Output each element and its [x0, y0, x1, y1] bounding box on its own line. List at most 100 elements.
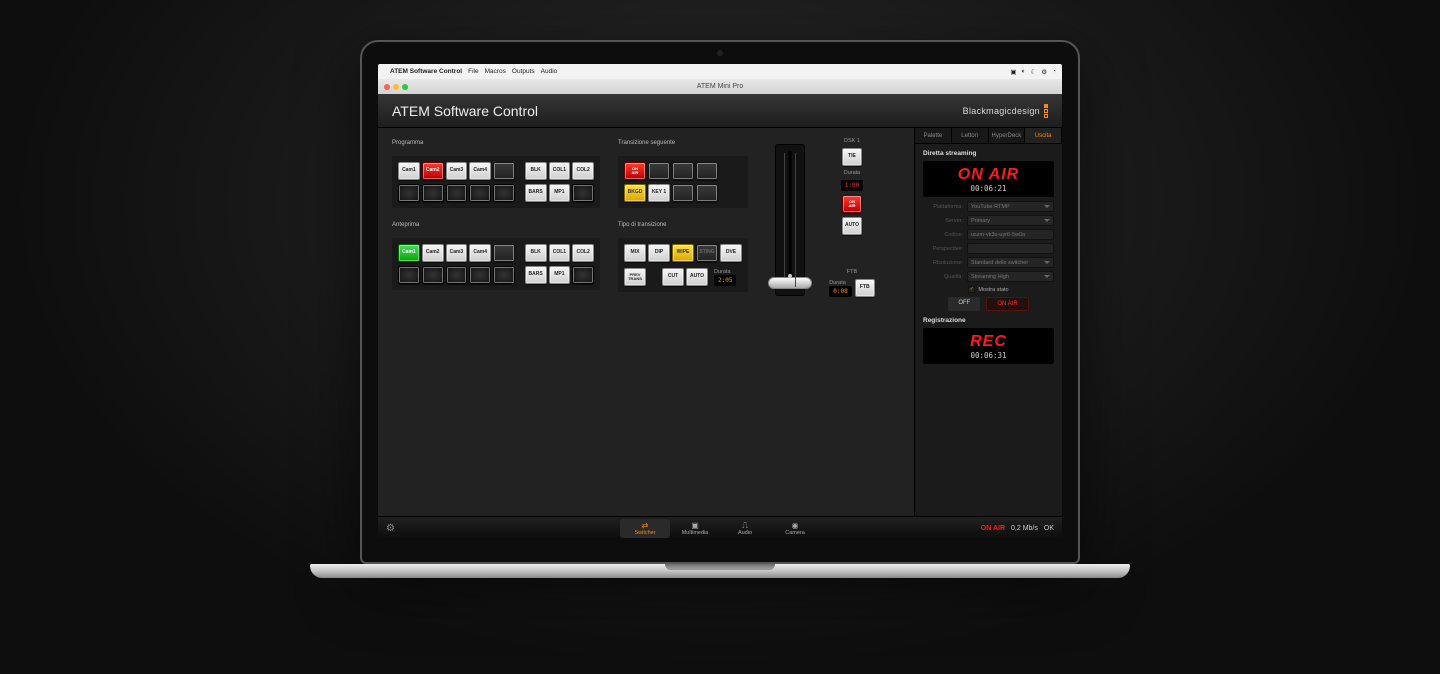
pgm-blk[interactable]: BLK — [525, 162, 547, 180]
menubar-app-name[interactable]: ATEM Software Control — [390, 68, 462, 75]
status-icon[interactable]: ◔ — [1052, 68, 1056, 76]
pvw-slot[interactable] — [446, 266, 468, 284]
status-icon[interactable]: ▣ — [1010, 68, 1016, 76]
menu-macros[interactable]: Macros — [485, 68, 506, 75]
t-bar-handle[interactable] — [768, 277, 812, 289]
trans-cut[interactable]: CUT — [662, 268, 684, 286]
pvw-col1[interactable]: COL1 — [549, 244, 571, 262]
pgm-mp1[interactable]: MP1 — [549, 184, 571, 202]
field-piattaforma[interactable]: YouTube RTMP — [967, 201, 1054, 212]
pvw-slot[interactable] — [422, 266, 444, 284]
field-perspective[interactable] — [967, 243, 1054, 254]
status-bitrate: 0,2 Mb/s — [1011, 525, 1038, 532]
trans-wipe[interactable]: WIPE — [672, 244, 694, 262]
chevron-down-icon — [1044, 261, 1050, 264]
pvw-cam4[interactable]: Cam4 — [469, 244, 491, 262]
ftb-button[interactable]: FTB — [855, 279, 875, 297]
menu-audio[interactable]: Audio — [541, 68, 558, 75]
pvw-mp1[interactable]: MP1 — [549, 266, 571, 284]
next-key1[interactable]: KEY 1 — [648, 184, 670, 202]
dsk-auto[interactable]: AUTO — [842, 217, 862, 235]
menu-outputs[interactable]: Outputs — [512, 68, 535, 75]
trans-dip[interactable]: DIP — [648, 244, 670, 262]
trans-duration: 2:05 — [714, 275, 736, 286]
menu-file[interactable]: File — [468, 68, 478, 75]
field-codice[interactable]: uszm-vk3u-uyr6-5w0a — [967, 229, 1054, 240]
next-slot[interactable] — [672, 184, 694, 202]
on-air-time: 00:06:21 — [923, 184, 1054, 193]
dsk-tie[interactable]: TIE — [842, 148, 862, 166]
pgm-bars[interactable]: BARS — [525, 184, 547, 202]
footer-tab-switcher[interactable]: ⇄ Switcher — [620, 519, 670, 538]
status-onair: ON AIR — [981, 525, 1005, 532]
pgm-slot[interactable] — [398, 184, 420, 202]
pvw-col2[interactable]: COL2 — [572, 244, 594, 262]
status-icon[interactable]: ☾ — [1030, 68, 1036, 76]
label-program: Programma — [392, 140, 600, 146]
pvw-cam2[interactable]: Cam2 — [422, 244, 444, 262]
pgm-cam2[interactable]: Cam2 — [422, 162, 444, 180]
status-icon[interactable]: ⚙ — [1041, 68, 1047, 76]
pgm-cam1[interactable]: Cam1 — [398, 162, 420, 180]
next-slot[interactable] — [672, 162, 694, 180]
stream-onair-button[interactable]: ON AIR — [986, 297, 1028, 311]
pgm-col1[interactable]: COL1 — [549, 162, 571, 180]
status-icon[interactable]: ◐ — [1021, 68, 1025, 76]
status-ok: OK — [1044, 525, 1054, 532]
checkbox-show-state[interactable]: ✓ — [968, 286, 975, 293]
rec-display: REC 00:06:31 — [923, 328, 1054, 364]
next-slot[interactable] — [696, 162, 718, 180]
field-qualita[interactable]: Streaming High — [967, 271, 1054, 282]
tab-palette[interactable]: Palette — [915, 128, 952, 143]
pgm-cam3[interactable]: Cam3 — [446, 162, 468, 180]
trans-dve[interactable]: DVE — [720, 244, 742, 262]
lbl-server: Server: — [923, 218, 963, 224]
dsk-onair[interactable]: ON AIR — [842, 195, 862, 213]
pgm-cam4[interactable]: Cam4 — [469, 162, 491, 180]
trans-sting[interactable]: STING — [696, 244, 718, 262]
tab-uscita[interactable]: Uscita — [1025, 128, 1062, 143]
footer-tab-multimedia[interactable]: ▣ Multimedia — [670, 519, 720, 538]
pvw-slot[interactable] — [572, 266, 594, 284]
pgm-slot[interactable] — [422, 184, 444, 202]
t-bar[interactable] — [775, 144, 805, 296]
lbl-piattaforma: Piattaforma: — [923, 204, 963, 210]
trans-mix[interactable]: MIX — [624, 244, 646, 262]
trans-auto[interactable]: AUTO — [686, 268, 708, 286]
pvw-slot[interactable] — [493, 266, 515, 284]
pgm-slot[interactable] — [446, 184, 468, 202]
on-air-display: ON AIR 00:06:21 — [923, 161, 1054, 197]
next-bkgd[interactable]: BKGD — [624, 184, 646, 202]
next-onair[interactable]: ON AIR — [624, 162, 646, 180]
pvw-cam3[interactable]: Cam3 — [446, 244, 468, 262]
pvw-empty[interactable] — [493, 244, 515, 262]
footer-tab-camera[interactable]: ◉ Camera — [770, 519, 820, 538]
window-title-text: ATEM Mini Pro — [378, 83, 1062, 90]
lbl-codice: Codice: — [923, 232, 963, 238]
next-slot[interactable] — [696, 184, 718, 202]
pgm-col2[interactable]: COL2 — [572, 162, 594, 180]
next-slot[interactable] — [648, 162, 670, 180]
prev-trans[interactable]: PREV TRANS — [624, 268, 646, 286]
tab-lettori[interactable]: Lettori — [952, 128, 989, 143]
pgm-empty[interactable] — [493, 162, 515, 180]
gear-icon[interactable]: ⚙ — [386, 523, 395, 534]
pvw-slot[interactable] — [469, 266, 491, 284]
field-risoluzione[interactable]: Standard dello switcher — [967, 257, 1054, 268]
on-air-text: ON AIR — [923, 166, 1054, 184]
ftb-durata-label: Durata — [829, 280, 851, 286]
field-server[interactable]: Primary — [967, 215, 1054, 226]
pvw-cam1[interactable]: Cam1 — [398, 244, 420, 262]
label-ftb: FTB — [847, 269, 857, 275]
pgm-slot[interactable] — [493, 184, 515, 202]
pgm-slot[interactable] — [572, 184, 594, 202]
stream-off-button[interactable]: OFF — [948, 297, 980, 311]
pvw-bars[interactable]: BARS — [525, 266, 547, 284]
app-header: ATEM Software Control Blackmagicdesign — [378, 94, 1062, 128]
pgm-slot[interactable] — [469, 184, 491, 202]
footer-tab-audio[interactable]: ⎍ Audio — [720, 519, 770, 538]
tab-hyperdeck[interactable]: HyperDeck — [989, 128, 1026, 143]
pvw-slot[interactable] — [398, 266, 420, 284]
label-preview: Anteprima — [392, 222, 600, 228]
pvw-blk[interactable]: BLK — [525, 244, 547, 262]
